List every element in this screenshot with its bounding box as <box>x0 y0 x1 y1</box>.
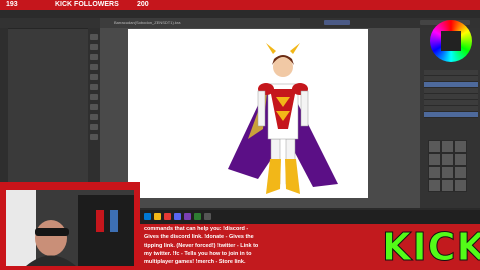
follower-count: 193 <box>6 1 18 8</box>
discord-icon[interactable] <box>174 213 181 220</box>
brush-preset[interactable] <box>454 153 467 166</box>
chat-line: Gives the discord link. !donate - Gives … <box>144 234 254 241</box>
kick-logo: KICK <box>382 225 480 269</box>
brush-preset[interactable] <box>428 153 441 166</box>
color-square[interactable] <box>441 31 461 51</box>
follower-label: KICK FOLLOWERS <box>55 1 119 8</box>
app-icon[interactable] <box>204 213 211 220</box>
chat-line: commands that can help you: !discord - <box>144 226 249 232</box>
tool-select-icon[interactable] <box>90 114 98 120</box>
krita-icon[interactable] <box>184 213 191 220</box>
chat-line: tipping link. (Never forced!) !twitter -… <box>144 242 259 249</box>
document-tab[interactable]: Barracudan(Sobodon_ZENSDT1).kra <box>100 18 300 28</box>
document-tab-label: Barracudan(Sobodon_ZENSDT1).kra <box>114 20 181 25</box>
taskbar <box>140 210 480 224</box>
follower-goal: 200 <box>137 1 149 8</box>
tool-move-icon[interactable] <box>90 34 98 40</box>
brush-preset[interactable] <box>441 166 454 179</box>
tool-fill-icon[interactable] <box>90 94 98 100</box>
character-drawing <box>228 43 338 194</box>
chat-line: multiplayer games! !merch - Store link. <box>144 259 246 266</box>
tool-transform-icon[interactable] <box>90 44 98 50</box>
start-icon[interactable] <box>144 213 151 220</box>
explorer-icon[interactable] <box>154 213 161 220</box>
layer-row-active[interactable] <box>424 112 478 118</box>
webcam-feed <box>6 190 134 266</box>
size-slider[interactable] <box>324 20 350 25</box>
tool-rect-icon[interactable] <box>90 74 98 80</box>
brush-preset[interactable] <box>428 140 441 153</box>
chat-line: my twitter. !fc - Tells you how to join … <box>144 250 252 257</box>
tool-pan-icon[interactable] <box>90 134 98 140</box>
brush-preset[interactable] <box>441 153 454 166</box>
browser-icon[interactable] <box>164 213 171 220</box>
brush-preset[interactable] <box>441 140 454 153</box>
tool-zoom-icon[interactable] <box>90 124 98 130</box>
app-icon[interactable] <box>194 213 201 220</box>
brush-preset[interactable] <box>454 140 467 153</box>
tool-line-icon[interactable] <box>90 64 98 70</box>
drawing-canvas[interactable] <box>128 29 368 198</box>
brush-preset[interactable] <box>454 179 467 192</box>
tool-picker-icon[interactable] <box>90 104 98 110</box>
brush-preset[interactable] <box>441 179 454 192</box>
brush-preset[interactable] <box>428 179 441 192</box>
brush-preset[interactable] <box>454 166 467 179</box>
tool-brush-icon[interactable] <box>90 54 98 60</box>
webcam-image <box>6 190 134 266</box>
brush-preset[interactable] <box>428 166 441 179</box>
menu-bar[interactable] <box>0 10 480 18</box>
tool-ellipse-icon[interactable] <box>90 84 98 90</box>
chat-commands-text: commands that can help you: !discord - G… <box>144 225 376 266</box>
